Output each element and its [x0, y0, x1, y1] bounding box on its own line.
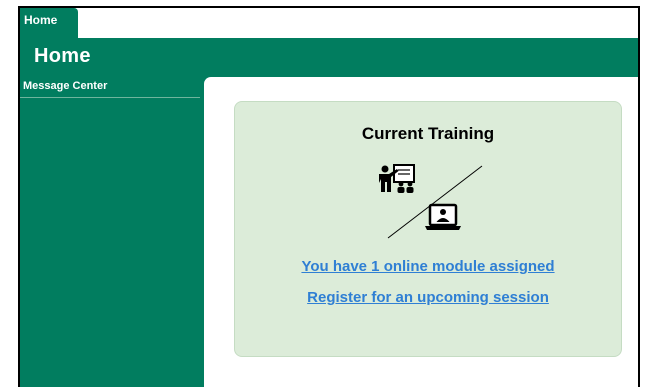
- tab-bar: Home: [20, 8, 638, 38]
- page-title: Home: [20, 38, 638, 76]
- online-module-link[interactable]: You have 1 online module assigned: [235, 258, 621, 275]
- sidebar: Message Center: [20, 76, 200, 387]
- sidebar-item-message-center[interactable]: Message Center: [20, 76, 200, 98]
- laptop-user-icon: [425, 203, 461, 230]
- register-session-link[interactable]: Register for an upcoming session: [235, 289, 621, 306]
- training-graphic: [379, 164, 483, 239]
- tab-home[interactable]: Home: [20, 8, 78, 38]
- main-content: Current Training You have 1 online modul…: [204, 77, 638, 387]
- app-window: Home Home Message Center Current Trainin…: [18, 6, 640, 387]
- instructor-classroom-icon: [379, 164, 415, 193]
- current-training-card: Current Training You have 1 online modul…: [234, 101, 622, 357]
- card-title: Current Training: [361, 124, 495, 143]
